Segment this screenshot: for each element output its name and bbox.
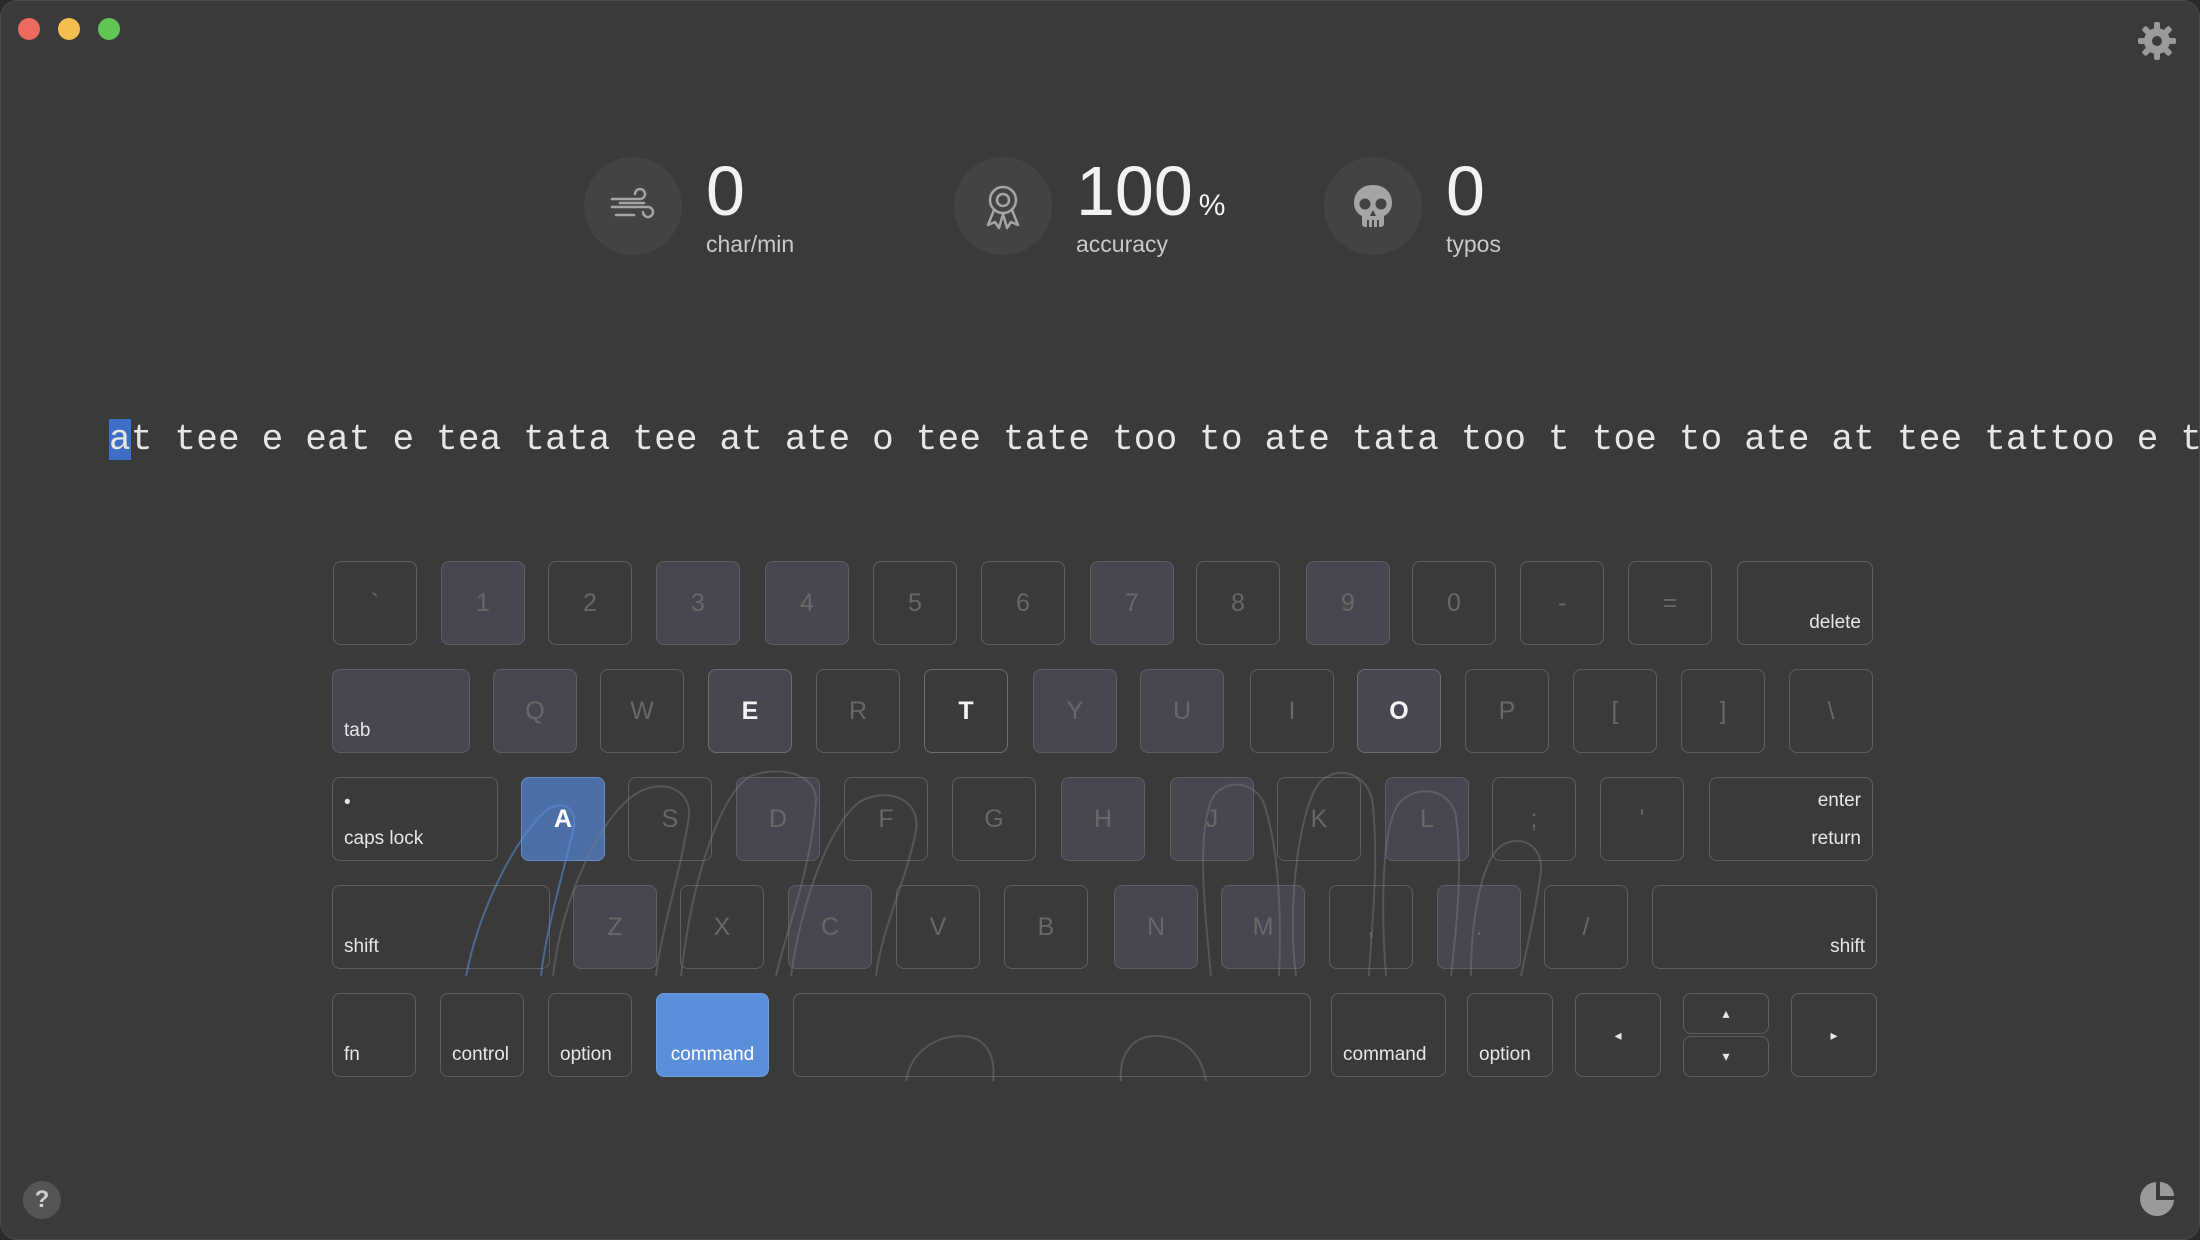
key-u[interactable]: U bbox=[1140, 669, 1224, 753]
key-3[interactable]: 3 bbox=[656, 561, 740, 645]
key-caps-lock[interactable]: • caps lock bbox=[332, 777, 498, 861]
key-h[interactable]: H bbox=[1061, 777, 1145, 861]
key-6[interactable]: 6 bbox=[981, 561, 1065, 645]
key-0[interactable]: 0 bbox=[1412, 561, 1496, 645]
key-5[interactable]: 5 bbox=[873, 561, 957, 645]
key-left-command[interactable]: command bbox=[656, 993, 769, 1077]
key-left-option[interactable]: option bbox=[548, 993, 632, 1077]
key-9[interactable]: 9 bbox=[1306, 561, 1390, 645]
key-f[interactable]: F bbox=[844, 777, 928, 861]
statistics-pie-icon[interactable] bbox=[2137, 1179, 2177, 1219]
key-arrow-down[interactable]: ▾ bbox=[1683, 1036, 1769, 1077]
key-delete[interactable]: delete bbox=[1737, 561, 1873, 645]
key-q[interactable]: Q bbox=[493, 669, 577, 753]
key-minus[interactable]: - bbox=[1520, 561, 1604, 645]
key-s[interactable]: S bbox=[628, 777, 712, 861]
key-e[interactable]: E bbox=[708, 669, 792, 753]
key-equals[interactable]: = bbox=[1628, 561, 1712, 645]
enter-label: enter bbox=[1817, 790, 1861, 811]
key-right-bracket[interactable]: ] bbox=[1681, 669, 1765, 753]
key-z[interactable]: Z bbox=[573, 885, 657, 969]
help-button[interactable]: ? bbox=[23, 1181, 61, 1219]
key-right-command[interactable]: command bbox=[1331, 993, 1446, 1077]
key-7[interactable]: 7 bbox=[1090, 561, 1174, 645]
return-label: return bbox=[1811, 828, 1861, 849]
key-k[interactable]: K bbox=[1277, 777, 1361, 861]
key-8[interactable]: 8 bbox=[1196, 561, 1280, 645]
caps-lock-indicator: • bbox=[344, 792, 351, 813]
key-left-shift[interactable]: shift bbox=[332, 885, 550, 969]
key-right-shift[interactable]: shift bbox=[1652, 885, 1877, 969]
key-enter-return[interactable]: enter return bbox=[1709, 777, 1873, 861]
key-tab[interactable]: tab bbox=[332, 669, 470, 753]
key-p[interactable]: P bbox=[1465, 669, 1549, 753]
key-j[interactable]: J bbox=[1170, 777, 1254, 861]
key-4[interactable]: 4 bbox=[765, 561, 849, 645]
key-arrow-up[interactable]: ▴ bbox=[1683, 993, 1769, 1034]
key-y[interactable]: Y bbox=[1033, 669, 1117, 753]
key-b[interactable]: B bbox=[1004, 885, 1088, 969]
key-right-option[interactable]: option bbox=[1467, 993, 1553, 1077]
virtual-keyboard: ` 1 2 3 4 5 6 7 8 9 0 - = delete tab Q W… bbox=[1, 1, 2199, 1239]
key-a[interactable]: A bbox=[521, 777, 605, 861]
key-space[interactable] bbox=[793, 993, 1311, 1077]
key-x[interactable]: X bbox=[680, 885, 764, 969]
key-backslash[interactable]: \ bbox=[1789, 669, 1873, 753]
key-n[interactable]: N bbox=[1114, 885, 1198, 969]
key-t[interactable]: T bbox=[924, 669, 1008, 753]
key-backtick[interactable]: ` bbox=[333, 561, 417, 645]
caps-lock-label: caps lock bbox=[344, 828, 424, 849]
key-m[interactable]: M bbox=[1221, 885, 1305, 969]
key-slash[interactable]: / bbox=[1544, 885, 1628, 969]
key-1[interactable]: 1 bbox=[441, 561, 525, 645]
key-fn[interactable]: fn bbox=[332, 993, 416, 1077]
app-window: 0 char/min 100% accuracy 0 typos at tee … bbox=[0, 0, 2200, 1240]
key-r[interactable]: R bbox=[816, 669, 900, 753]
key-c[interactable]: C bbox=[788, 885, 872, 969]
key-semicolon[interactable]: ; bbox=[1492, 777, 1576, 861]
key-left-bracket[interactable]: [ bbox=[1573, 669, 1657, 753]
key-g[interactable]: G bbox=[952, 777, 1036, 861]
key-arrow-left[interactable]: ◂ bbox=[1575, 993, 1661, 1077]
key-v[interactable]: V bbox=[896, 885, 980, 969]
key-comma[interactable]: , bbox=[1329, 885, 1413, 969]
key-period[interactable]: . bbox=[1437, 885, 1521, 969]
key-w[interactable]: W bbox=[600, 669, 684, 753]
key-2[interactable]: 2 bbox=[548, 561, 632, 645]
key-l[interactable]: L bbox=[1385, 777, 1469, 861]
key-d[interactable]: D bbox=[736, 777, 820, 861]
key-quote[interactable]: ' bbox=[1600, 777, 1684, 861]
key-arrow-right[interactable]: ▸ bbox=[1791, 993, 1877, 1077]
key-control[interactable]: control bbox=[440, 993, 524, 1077]
key-i[interactable]: I bbox=[1250, 669, 1334, 753]
key-o[interactable]: O bbox=[1357, 669, 1441, 753]
